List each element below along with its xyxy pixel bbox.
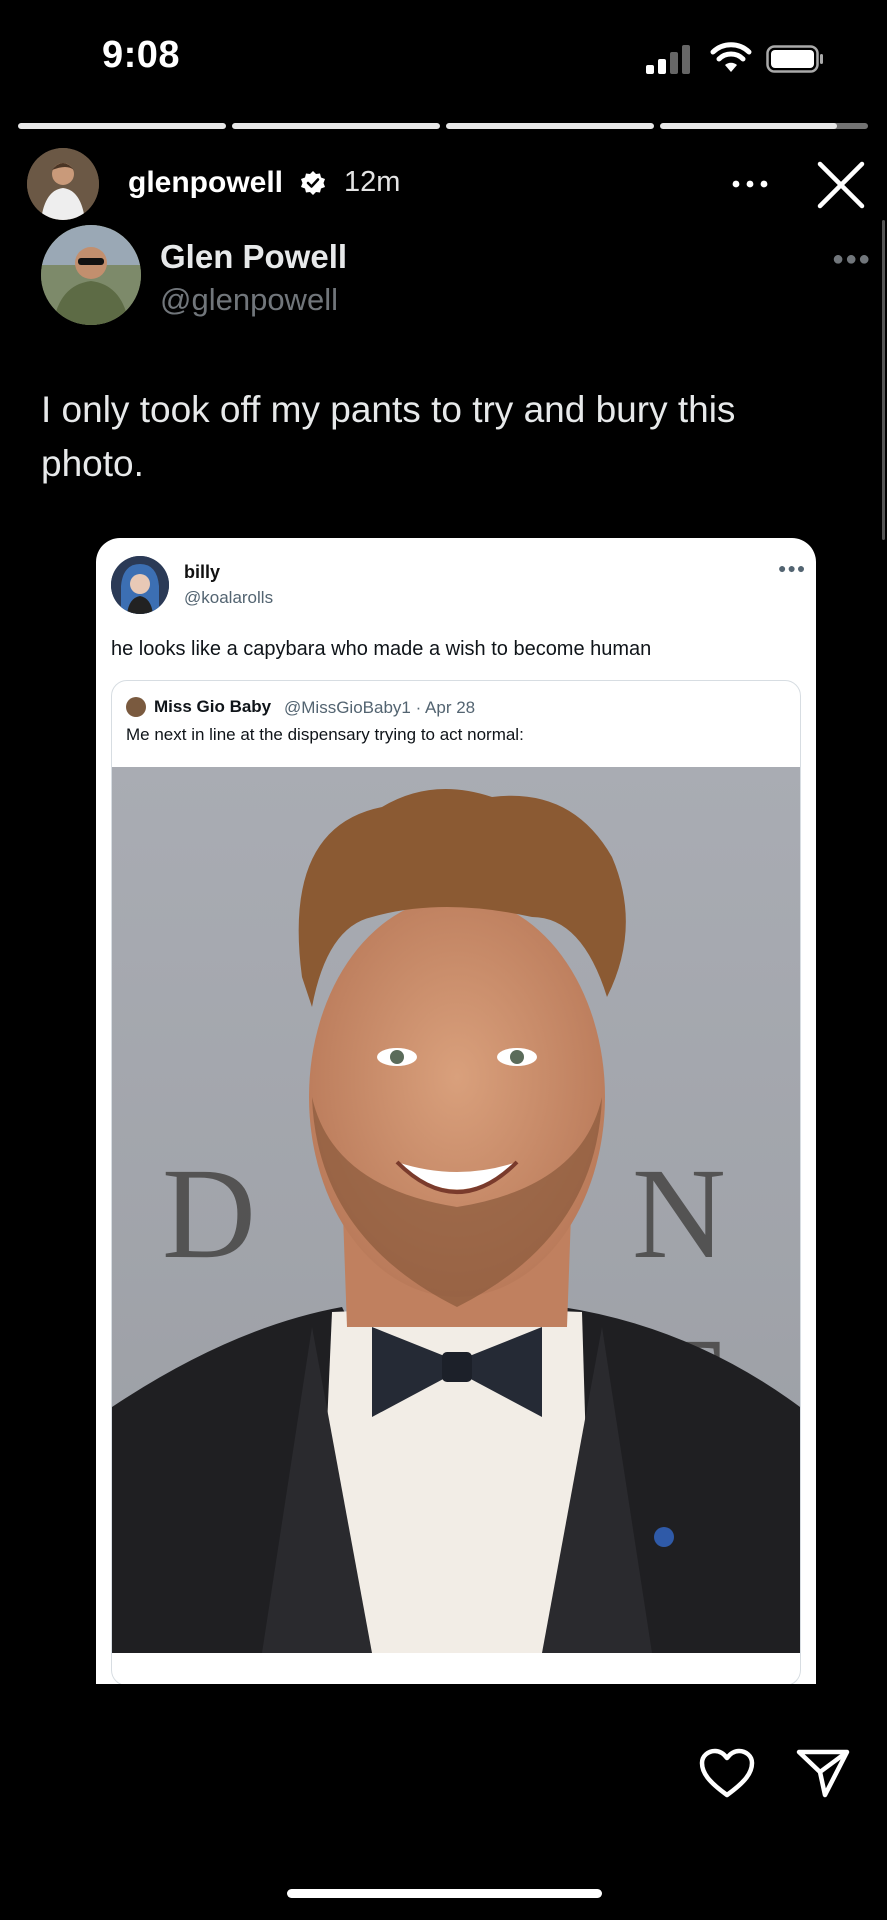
quoted-tweet: Miss Gio Baby @MissGioBaby1 · Apr 28 Me … — [111, 680, 801, 1684]
home-indicator[interactable] — [287, 1889, 602, 1898]
scrollbar — [882, 220, 885, 540]
embedded-tweet-card: billy @koalarolls ●●● he looks like a ca… — [96, 538, 816, 1684]
story-avatar[interactable] — [27, 148, 99, 220]
progress-segment — [232, 123, 440, 129]
embedded-author-handle: @koalarolls — [184, 588, 274, 607]
progress-segment — [660, 123, 868, 129]
tweet-text: I only took off my pants to try and bury… — [41, 389, 736, 484]
tweet-author-handle: @glenpowell — [160, 282, 338, 317]
more-horizontal-icon[interactable] — [730, 164, 770, 204]
svg-text:D: D — [162, 1142, 256, 1286]
embedded-avatar — [111, 556, 169, 614]
quoted-avatar — [126, 697, 146, 717]
quoted-tweet-text: Me next in line at the dispensary trying… — [126, 725, 524, 744]
battery-icon — [766, 45, 823, 73]
tweet-author-name: Glen Powell — [160, 238, 348, 275]
wifi-icon — [710, 42, 752, 72]
progress-segment — [18, 123, 226, 129]
status-time: 9:08 — [102, 34, 181, 76]
send-icon[interactable] — [796, 1748, 850, 1798]
cellular-signal-icon — [646, 44, 694, 74]
tweet-more-icon: ●●● — [832, 248, 872, 270]
close-icon[interactable] — [814, 158, 868, 212]
embedded-author-name: billy — [184, 562, 221, 582]
story-username[interactable]: glenpowell — [128, 166, 283, 200]
quoted-photo: D N F — [112, 767, 800, 1653]
svg-text:N: N — [632, 1142, 726, 1286]
quoted-author-meta: @MissGioBaby1 · Apr 28 — [284, 698, 476, 717]
verified-badge-icon — [301, 171, 325, 195]
story-progress-bars — [18, 123, 868, 129]
progress-segment — [446, 123, 654, 129]
heart-icon[interactable] — [699, 1748, 755, 1800]
quoted-author-name: Miss Gio Baby — [154, 697, 272, 716]
embedded-tweet-text: he looks like a capybara who made a wish… — [111, 638, 652, 660]
story-timestamp: 12m — [344, 166, 401, 198]
embedded-tweet-footer: · · · · · · · · · · · · · · · · · · · · … — [144, 1676, 329, 1684]
embedded-more-icon: ●●● — [778, 560, 807, 576]
tweet-author-avatar — [41, 225, 141, 325]
